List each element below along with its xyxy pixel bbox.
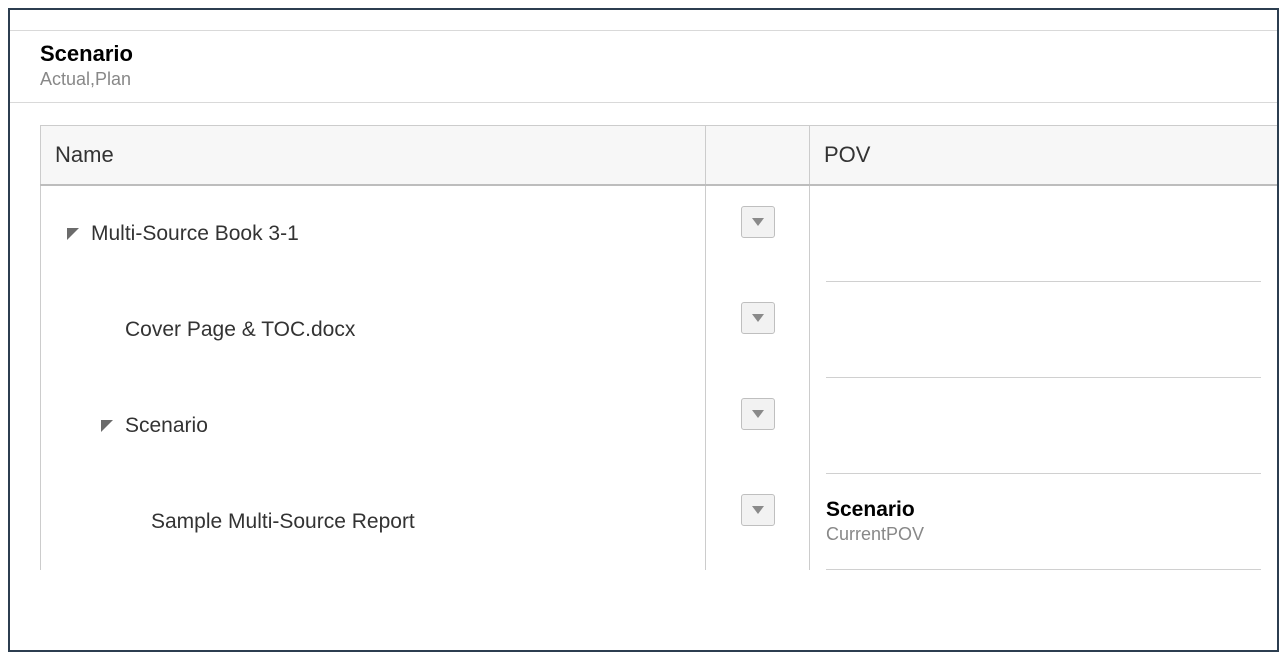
tree-item-label: Scenario <box>125 414 208 438</box>
tree-item-label: Multi-Source Book 3-1 <box>91 222 299 246</box>
content-table: Name POV Multi-Source Book 3-1 <box>40 125 1277 570</box>
table-row: Sample Multi-Source Report Scenario Curr… <box>41 474 1278 570</box>
tree-item[interactable]: Scenario <box>41 378 705 474</box>
content-table-wrap: Name POV Multi-Source Book 3-1 <box>40 125 1277 570</box>
row-actions-dropdown[interactable] <box>741 206 775 238</box>
pov-header-subtitle: Actual,Plan <box>40 69 1247 90</box>
row-actions-dropdown[interactable] <box>741 494 775 526</box>
pov-header: Scenario Actual,Plan <box>10 30 1277 103</box>
pov-cell: Scenario CurrentPOV <box>826 474 1261 570</box>
tree-item[interactable]: Sample Multi-Source Report <box>41 474 705 570</box>
pov-header-title: Scenario <box>40 41 1247 67</box>
row-actions-dropdown[interactable] <box>741 302 775 334</box>
column-header-pov[interactable]: POV <box>810 126 1278 186</box>
pov-cell-subtitle: CurrentPOV <box>826 524 1261 545</box>
column-header-actions <box>706 126 810 186</box>
pov-cell <box>826 186 1261 282</box>
tree-item[interactable]: Cover Page & TOC.docx <box>41 282 705 378</box>
table-row: Multi-Source Book 3-1 <box>41 185 1278 282</box>
pov-cell <box>826 378 1261 474</box>
column-header-name[interactable]: Name <box>41 126 706 186</box>
table-row: Scenario <box>41 378 1278 474</box>
expand-collapse-icon[interactable] <box>99 418 115 434</box>
pov-cell-title: Scenario <box>826 498 1261 522</box>
table-row: Cover Page & TOC.docx <box>41 282 1278 378</box>
pov-cell <box>826 282 1261 378</box>
row-actions-dropdown[interactable] <box>741 398 775 430</box>
app-frame: Scenario Actual,Plan Name POV <box>8 8 1279 652</box>
tree-item-label: Cover Page & TOC.docx <box>125 318 355 342</box>
tree-item-label: Sample Multi-Source Report <box>151 510 415 534</box>
tree-item[interactable]: Multi-Source Book 3-1 <box>41 186 705 282</box>
expand-collapse-icon[interactable] <box>65 226 81 242</box>
